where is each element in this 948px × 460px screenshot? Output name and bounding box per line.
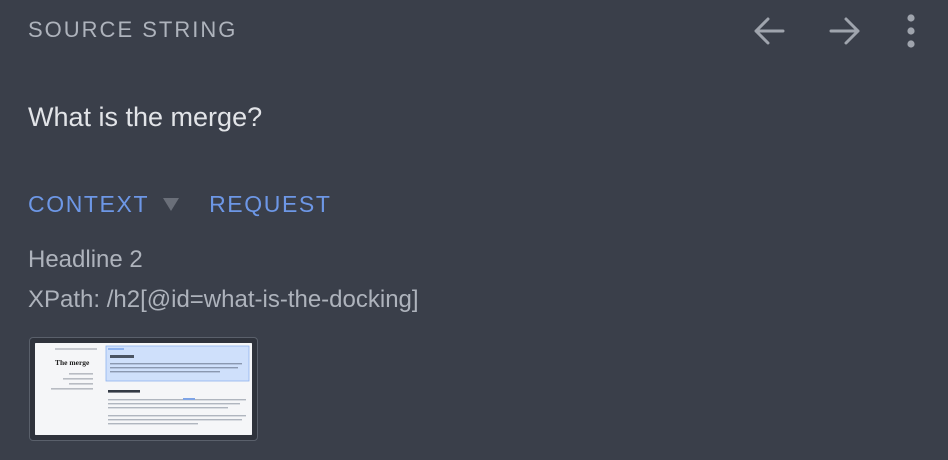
context-element-type: Headline 2 (28, 246, 143, 273)
caret-down-icon[interactable] (163, 198, 180, 211)
arrow-right-icon (828, 16, 862, 46)
arrow-left-icon (752, 16, 786, 46)
context-tabs: CONTEXT REQUEST (28, 191, 331, 218)
next-string-button[interactable] (822, 10, 868, 52)
screenshot-preview: The merge (35, 343, 252, 435)
screenshot-preview-graphic: The merge (35, 343, 252, 435)
source-string-panel: SOURCE STRING What is the merge? CONTEXT… (0, 0, 948, 460)
previous-string-button[interactable] (746, 10, 792, 52)
context-screenshot-thumbnail[interactable]: The merge (29, 337, 258, 441)
source-string-text: What is the merge? (28, 102, 263, 132)
tab-context[interactable]: CONTEXT (28, 191, 149, 218)
tab-request[interactable]: REQUEST (209, 191, 331, 218)
more-vertical-icon (906, 14, 916, 48)
toolbar (746, 10, 924, 52)
context-xpath: XPath: /h2[@id=what-is-the-docking] (28, 286, 419, 313)
section-title: SOURCE STRING (28, 17, 238, 42)
more-options-button[interactable] (898, 10, 924, 52)
screenshot-heading: The merge (55, 358, 90, 367)
